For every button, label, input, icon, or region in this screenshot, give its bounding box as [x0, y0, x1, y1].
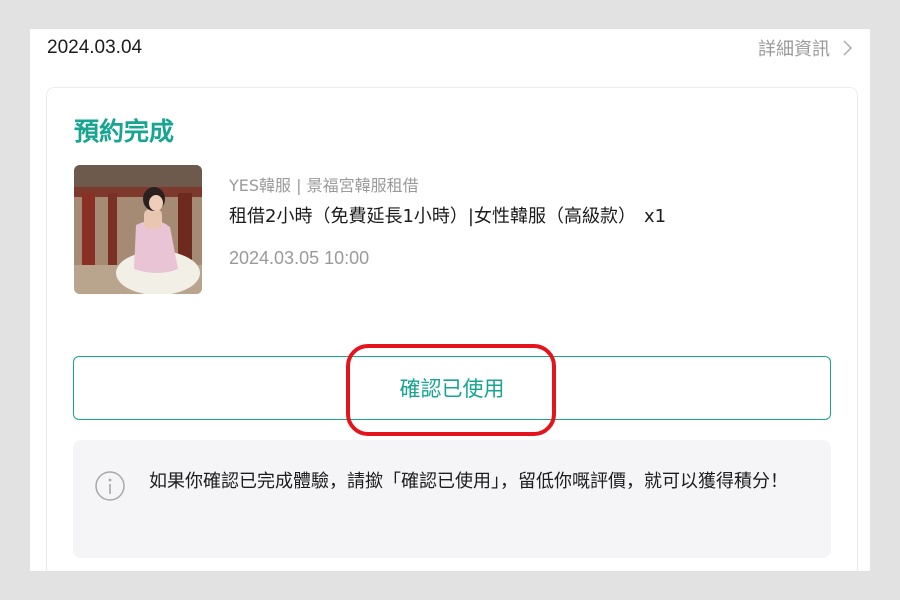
order-header: 2024.03.04 詳細資訊 [30, 29, 870, 69]
detail-link-label: 詳細資訊 [758, 39, 830, 60]
notice-text: 如果你確認已完成體驗，請撳「確認已使用」，留低你嘅評價，就可以獲得積分！ [149, 471, 788, 492]
product-quantity: x1 [643, 206, 667, 227]
order-date: 2024.03.04 [47, 37, 143, 58]
order-card: 預約完成 YES韓服 | 景福宮韓服租借 租借2小時（免費延長1小時）|女性韓服… [46, 87, 858, 571]
hanbok-photo [74, 165, 202, 294]
booking-time: 2024.03.05 10:00 [229, 248, 370, 268]
notice-box: 如果你確認已完成體驗，請撳「確認已使用」，留低你嘅評價，就可以獲得積分！ [73, 440, 831, 558]
vendor-name: YES韓服 | 景福宮韓服租借 [229, 176, 419, 195]
order-screen: 2024.03.04 詳細資訊 預約完成 YES韓服 | 景福宮韓服租借 租借2… [30, 29, 870, 571]
chevron-right-icon [843, 40, 853, 56]
info-icon [95, 471, 125, 501]
product-name: 租借2小時（免費延長1小時）|女性韓服（高級款） x1 [229, 202, 666, 228]
detail-link[interactable]: 詳細資訊 [758, 35, 856, 61]
confirm-used-button[interactable]: 確認已使用 [73, 356, 831, 420]
product-title: 租借2小時（免費延長1小時）|女性韓服（高級款） [229, 206, 636, 227]
product-thumbnail[interactable] [74, 165, 202, 294]
order-status: 預約完成 [74, 117, 175, 146]
